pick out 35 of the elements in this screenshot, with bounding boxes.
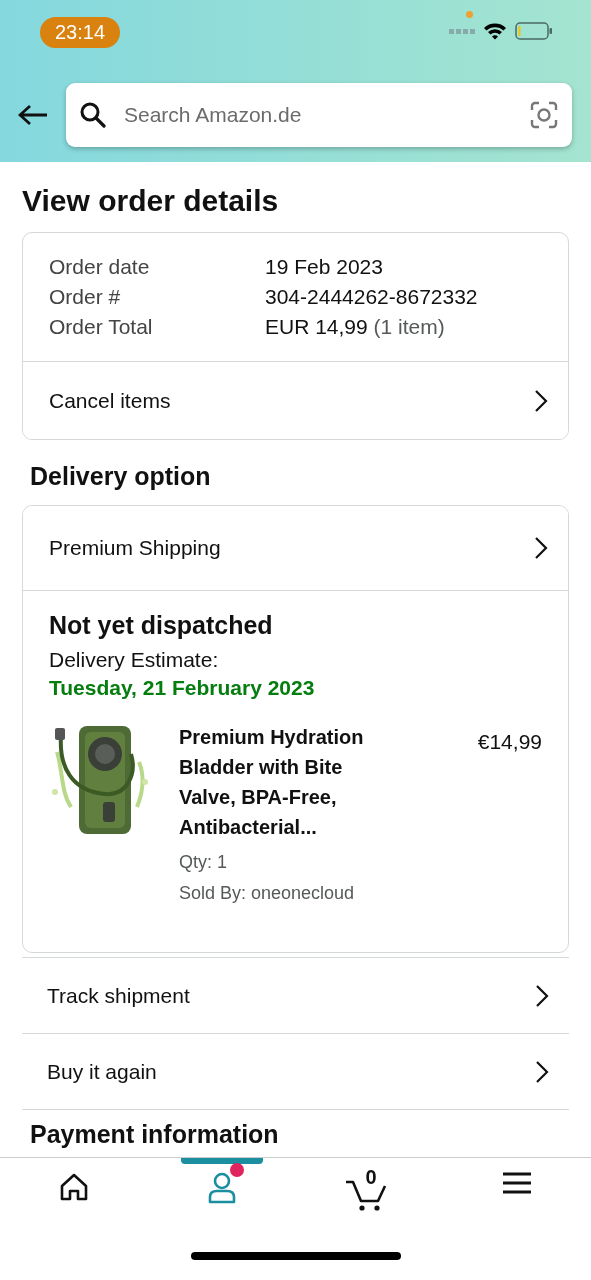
shipment-status: Not yet dispatched bbox=[49, 611, 274, 640]
quantity-text: Qty: 1 bbox=[179, 852, 228, 873]
section-heading: Delivery option bbox=[30, 462, 212, 491]
section-heading: Payment information bbox=[30, 1122, 279, 1147]
product-title[interactable]: Premium Hydration Bladder with Bite Valve, BPA-Free, Antibacterial... bbox=[179, 722, 399, 842]
wifi-icon bbox=[483, 22, 507, 40]
order-label: Order Total bbox=[49, 315, 154, 339]
camera-scan-icon[interactable] bbox=[530, 101, 558, 129]
chevron-right-icon bbox=[535, 1059, 549, 1084]
cart-count: 0 bbox=[365, 1166, 377, 1189]
order-value: 19 Feb 2023 bbox=[265, 255, 384, 279]
chevron-right-icon bbox=[534, 388, 548, 413]
order-label: Order # bbox=[49, 285, 122, 309]
chevron-right-icon bbox=[534, 536, 548, 560]
person-icon bbox=[206, 1172, 237, 1204]
estimate-label: Delivery Estimate: bbox=[49, 648, 220, 672]
search-input[interactable]: Search Amazon.de bbox=[122, 102, 514, 128]
search-icon bbox=[80, 102, 106, 128]
order-value: 304-2444262-8672332 bbox=[265, 285, 479, 309]
seller-text: Sold By: oneonecloud bbox=[179, 883, 356, 904]
back-arrow-icon[interactable] bbox=[18, 104, 48, 126]
home-icon bbox=[58, 1172, 89, 1202]
privacy-dot-icon bbox=[466, 11, 473, 18]
search-field[interactable]: Search Amazon.de bbox=[66, 83, 572, 147]
product-price: €14,99 bbox=[477, 729, 542, 755]
order-value: EUR 14,99 (1 item) bbox=[265, 315, 446, 339]
battery-icon bbox=[515, 22, 553, 40]
order-label: Order date bbox=[49, 255, 151, 279]
status-time: 23:14 bbox=[40, 16, 121, 48]
chevron-right-icon bbox=[535, 983, 549, 1008]
menu-icon bbox=[503, 1172, 532, 1194]
signal-icon bbox=[449, 28, 475, 34]
nav-tab[interactable]: 0 bbox=[314, 1158, 425, 1228]
delivery-date: Tuesday, 21 February 2023 bbox=[49, 676, 316, 700]
page-title: View order details bbox=[22, 184, 280, 218]
